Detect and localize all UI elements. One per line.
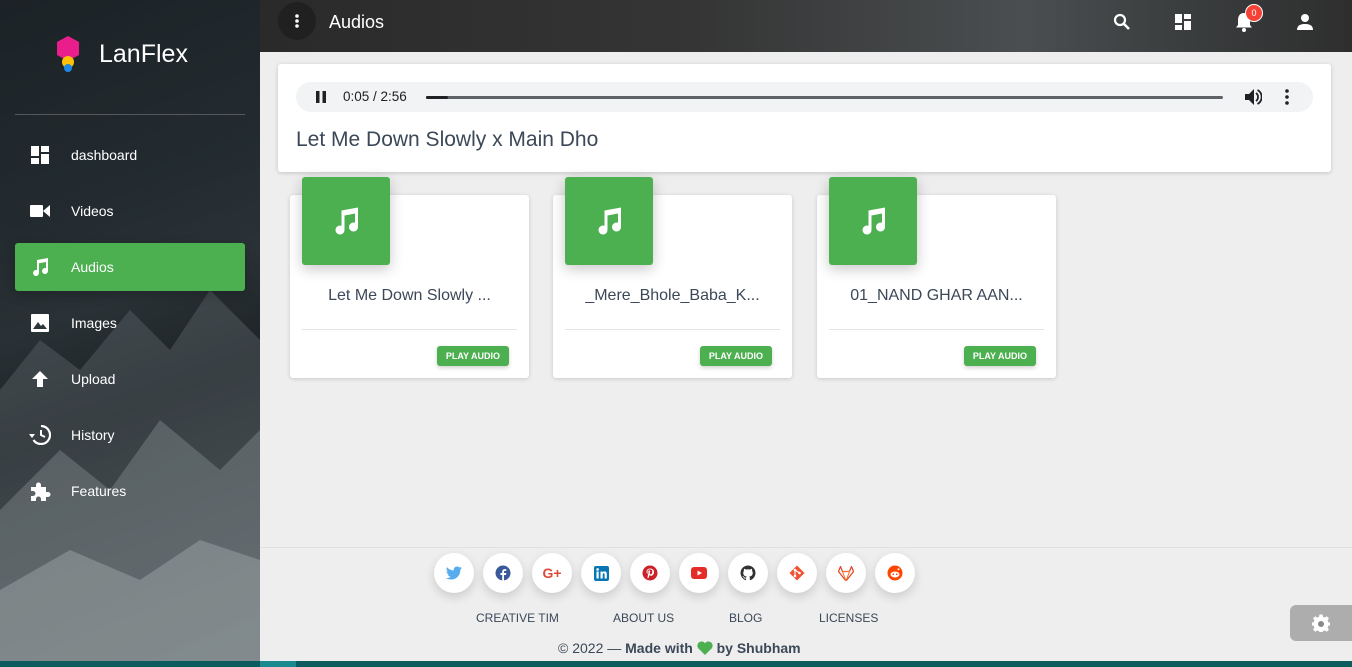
card-divider bbox=[829, 329, 1044, 330]
audio-card-title: 01_NAND GHAR AAN... bbox=[850, 287, 1023, 304]
music-note-icon bbox=[28, 255, 52, 279]
arrow-up-icon bbox=[28, 367, 52, 391]
sidebar-item-label: History bbox=[71, 427, 115, 443]
linkedin-icon[interactable] bbox=[581, 553, 621, 593]
brand-name: LanFlex bbox=[99, 40, 188, 68]
made-with-text: Made with bbox=[625, 640, 693, 656]
audio-player[interactable]: 0:05 / 2:56 bbox=[296, 82, 1313, 112]
apps-grid-icon[interactable] bbox=[1171, 10, 1195, 34]
sidebar-item-audios[interactable]: Audios bbox=[15, 243, 245, 291]
search-icon[interactable] bbox=[1110, 10, 1134, 34]
sidebar-item-history[interactable]: History bbox=[15, 411, 245, 459]
git-icon[interactable] bbox=[777, 553, 817, 593]
gitlab-icon[interactable] bbox=[826, 553, 866, 593]
audio-card-title: Let Me Down Slowly ... bbox=[328, 287, 491, 304]
audio-card: Let Me Down Slowly ... PLAY AUDIO bbox=[290, 177, 529, 378]
volume-icon[interactable] bbox=[1244, 88, 1262, 106]
music-note-icon bbox=[829, 177, 917, 265]
audio-card: 01_NAND GHAR AAN... PLAY AUDIO bbox=[817, 177, 1056, 378]
top-navbar: Audios 0 bbox=[260, 0, 1352, 52]
audio-card-title: _Mere_Bhole_Baba_K... bbox=[585, 287, 760, 304]
music-note-icon bbox=[565, 177, 653, 265]
google-plus-icon[interactable]: G+ bbox=[532, 553, 572, 593]
gear-icon bbox=[1312, 614, 1330, 632]
history-icon bbox=[28, 423, 52, 447]
youtube-icon[interactable] bbox=[679, 553, 719, 593]
footer-link-licenses[interactable]: LICENSES bbox=[819, 611, 878, 625]
now-playing-title: Let Me Down Slowly x Main Dho bbox=[296, 128, 599, 151]
audio-card: _Mere_Bhole_Baba_K... PLAY AUDIO bbox=[553, 177, 792, 378]
more-vert-icon bbox=[295, 14, 299, 28]
sidebar-divider bbox=[15, 114, 245, 115]
footer-link-creative-tim[interactable]: CREATIVE TIM bbox=[476, 611, 559, 625]
pause-icon[interactable] bbox=[314, 90, 328, 104]
copyright-prefix: © 2022 — bbox=[558, 640, 626, 656]
sidebar-item-upload[interactable]: Upload bbox=[15, 355, 245, 403]
sidebar-item-dashboard[interactable]: dashboard bbox=[15, 131, 245, 179]
facebook-icon[interactable] bbox=[483, 553, 523, 593]
footer: G+ CREATIVE TIM ABOUT US BLOG LICENSES ©… bbox=[260, 547, 1352, 661]
pinterest-icon[interactable] bbox=[630, 553, 670, 593]
more-options-icon[interactable] bbox=[1280, 88, 1294, 106]
github-icon[interactable] bbox=[728, 553, 768, 593]
copyright: © 2022 — Made with by Shubham bbox=[558, 640, 801, 656]
playback-time: 0:05 / 2:56 bbox=[343, 89, 407, 104]
puzzle-icon bbox=[28, 479, 52, 503]
videocam-icon bbox=[28, 199, 52, 223]
card-divider bbox=[565, 329, 780, 330]
brand-logo-icon bbox=[57, 36, 79, 72]
play-audio-button[interactable]: PLAY AUDIO bbox=[436, 346, 509, 366]
page-title: Audios bbox=[329, 12, 385, 32]
reddit-icon[interactable] bbox=[875, 553, 915, 593]
progress-fill bbox=[426, 96, 449, 99]
audio-player-card: 0:05 / 2:56 Let Me Down Slowly x Main Dh… bbox=[278, 64, 1331, 172]
sidebar: LanFlex dashboard Videos Audios Images U… bbox=[0, 0, 260, 667]
sidebar-item-label: Videos bbox=[71, 203, 114, 219]
sidebar-item-label: Features bbox=[71, 483, 127, 499]
footer-link-about-us[interactable]: ABOUT US bbox=[613, 611, 674, 625]
sidebar-item-features[interactable]: Features bbox=[15, 467, 245, 515]
sidebar-item-images[interactable]: Images bbox=[15, 299, 245, 347]
sidebar-item-label: Audios bbox=[71, 259, 114, 275]
twitter-icon[interactable] bbox=[434, 553, 474, 593]
play-audio-button[interactable]: PLAY AUDIO bbox=[699, 346, 772, 366]
music-note-icon bbox=[302, 177, 390, 265]
person-icon[interactable] bbox=[1293, 10, 1317, 34]
author-text: by Shubham bbox=[716, 640, 801, 656]
settings-fixed-button[interactable] bbox=[1290, 605, 1352, 641]
sidebar-item-label: Images bbox=[71, 315, 117, 331]
notification-badge: 0 bbox=[1245, 4, 1263, 22]
dashboard-icon bbox=[28, 143, 52, 167]
brand-logo[interactable]: LanFlex bbox=[0, 0, 260, 115]
sidebar-toggle-button[interactable] bbox=[278, 2, 316, 40]
bottom-strip bbox=[0, 661, 1352, 667]
progress-slider[interactable] bbox=[426, 96, 1223, 99]
footer-link-blog[interactable]: BLOG bbox=[729, 611, 762, 625]
sidebar-item-label: dashboard bbox=[71, 147, 138, 163]
play-audio-button[interactable]: PLAY AUDIO bbox=[963, 346, 1036, 366]
sidebar-item-label: Upload bbox=[71, 371, 116, 387]
heart-icon bbox=[697, 641, 713, 655]
sidebar-item-videos[interactable]: Videos bbox=[15, 187, 245, 235]
google-plus-glyph: G+ bbox=[542, 565, 562, 581]
card-divider bbox=[302, 329, 517, 330]
image-icon bbox=[28, 311, 52, 335]
